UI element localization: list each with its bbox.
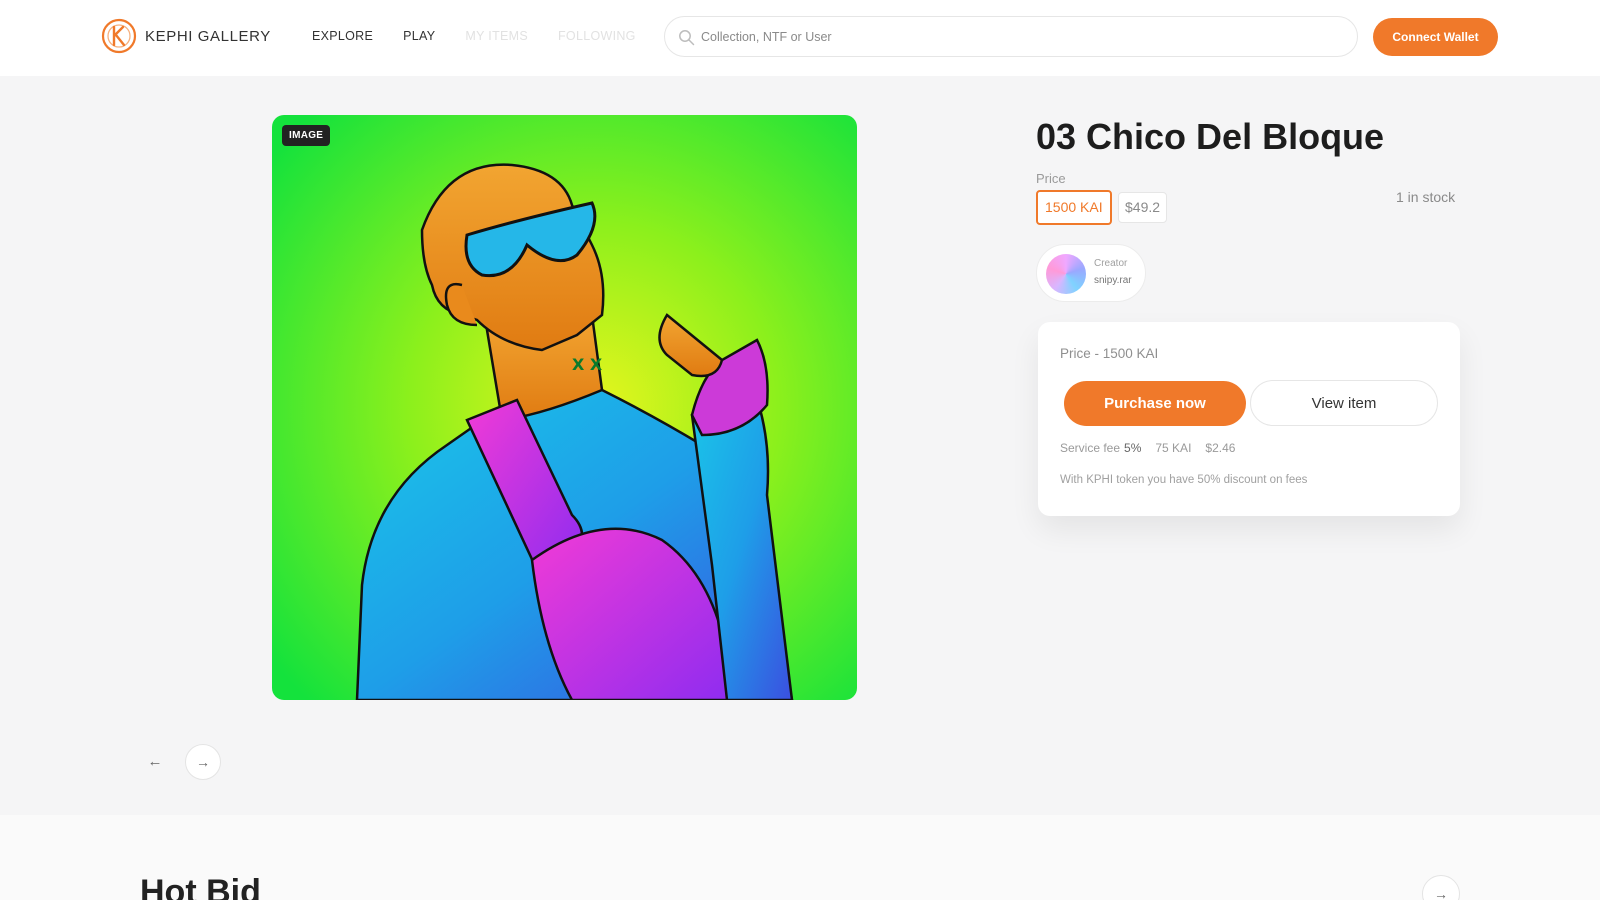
brand-name: KEPHI GALLERY — [145, 27, 271, 45]
svg-text:X X: X X — [572, 355, 603, 374]
view-item-button[interactable]: View item — [1250, 380, 1438, 426]
item-title: 03 Chico Del Bloque — [1036, 116, 1385, 157]
hot-bid-section: Hot Bid ← → — [0, 815, 1600, 900]
main-nav: EXPLORE PLAY MY ITEMS FOLLOWING — [312, 29, 666, 43]
card-price-text: Price - 1500 KAI — [1060, 346, 1159, 361]
hot-bid-prev-button[interactable]: ← — [1382, 885, 1412, 900]
creator-avatar — [1046, 254, 1086, 294]
arrow-left-icon: ← — [1389, 891, 1405, 900]
creator-chip[interactable]: Creator snipy.rar — [1036, 244, 1146, 302]
arrow-left-icon: ← — [147, 752, 163, 770]
brand-logo[interactable]: KEPHI GALLERY — [100, 17, 271, 55]
fee-kai: 75 KAI — [1155, 441, 1192, 455]
service-fee-label: Service fee — [1060, 441, 1121, 455]
nav-explore[interactable]: EXPLORE — [312, 29, 373, 43]
price-label: Price — [1036, 171, 1066, 186]
carousel-next-button[interactable]: → — [185, 744, 221, 780]
price-kai-tag: 1500 KAI — [1036, 190, 1112, 225]
nav-play[interactable]: PLAY — [403, 29, 435, 43]
nav-following[interactable]: FOLLOWING — [558, 29, 636, 43]
fee-usd: $2.46 — [1205, 441, 1236, 455]
arrow-right-icon: → — [1434, 886, 1448, 900]
creator-label: Creator — [1094, 258, 1128, 269]
nft-artwork[interactable]: X X IMAGE — [272, 115, 857, 700]
carousel-prev-button[interactable]: ← — [140, 746, 170, 776]
search-icon — [679, 30, 695, 46]
top-header: KEPHI GALLERY EXPLORE PLAY MY ITEMS FOLL… — [0, 0, 1600, 76]
price-usd-tag: $49.2 — [1118, 192, 1168, 223]
connect-wallet-button[interactable]: Connect Wallet — [1373, 18, 1498, 56]
artwork-image: X X — [272, 115, 857, 700]
service-fee-percent: 5% — [1124, 441, 1142, 455]
search-input[interactable] — [701, 18, 1341, 55]
purchase-now-button[interactable]: Purchase now — [1064, 381, 1246, 426]
hot-bid-title: Hot Bid — [140, 873, 261, 900]
creator-name: snipy.rar — [1094, 275, 1132, 286]
kephi-logo-icon — [101, 18, 137, 54]
purchase-card: Price - 1500 KAI Purchase now View item … — [1038, 322, 1460, 516]
stock-count: 1 in stock — [1396, 189, 1456, 205]
nav-my-items[interactable]: MY ITEMS — [465, 29, 528, 43]
service-fee-row: Service fee 5% 75 KAI $2.46 — [1060, 441, 1249, 455]
discount-note: With KPHI token you have 50% discount on… — [1060, 474, 1308, 486]
media-type-badge: IMAGE — [282, 125, 331, 146]
arrow-right-icon: → — [196, 754, 210, 770]
search-bar — [664, 16, 1358, 57]
hot-bid-next-button[interactable]: → — [1422, 875, 1460, 900]
